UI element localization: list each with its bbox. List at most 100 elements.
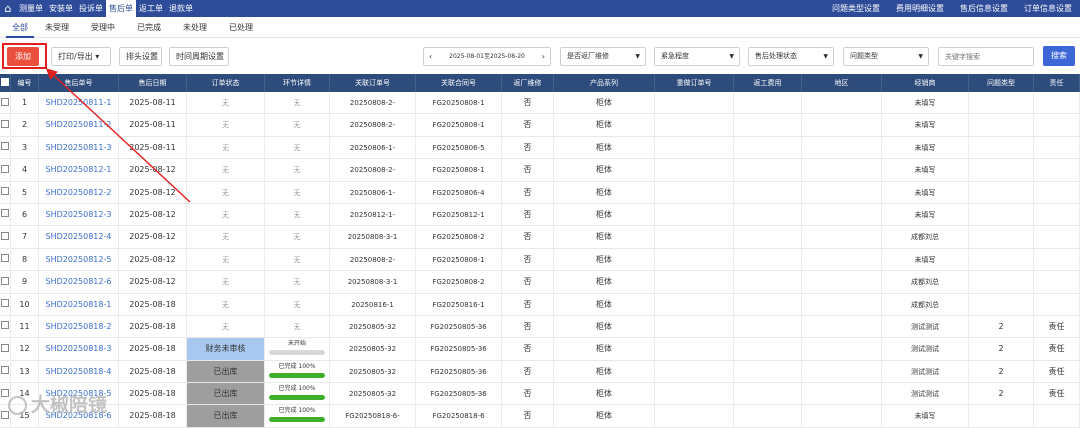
column-header[interactable]: 经销商 (882, 74, 969, 92)
return-repair-filter[interactable]: 是否返厂维修 ▼ (560, 47, 646, 66)
top-nav-item[interactable]: 售后单 (106, 0, 136, 17)
cell-code[interactable]: SHD20250818-1 (39, 293, 119, 315)
cell-order: 20250805-32 (330, 360, 416, 383)
row-checkbox[interactable] (0, 248, 11, 271)
time-period-setting-button[interactable]: 时间周期设置 (169, 47, 229, 66)
after-sale-status-filter[interactable]: 售后处理状态 ▼ (748, 47, 834, 66)
table-row[interactable]: 8 SHD20250812-5 2025-08-12 无无 20250808-2- FG2… (0, 248, 1080, 272)
table-row[interactable]: 5 SHD20250812-2 2025-08-12 无无 20250806-1- FG2… (0, 181, 1080, 204)
urgency-filter[interactable]: 紧急程度 ▼ (654, 47, 740, 66)
cell-date: 2025-08-12 (119, 271, 187, 293)
add-button[interactable]: 添加 (7, 47, 39, 66)
top-nav-item[interactable]: 投诉单 (76, 0, 106, 17)
cell-code[interactable]: SHD20250812-4 (39, 226, 119, 248)
row-checkbox[interactable] (0, 136, 11, 159)
column-header[interactable]: 返工费用 (734, 74, 802, 92)
top-nav-setting-link[interactable]: 问题类型设置 (824, 0, 888, 17)
table-row[interactable]: 2 SHD20250811-2 2025-08-11 无无 20250808-2- FG2… (0, 114, 1080, 137)
row-checkbox[interactable] (0, 315, 11, 338)
progress-fill (269, 417, 325, 423)
cell-code[interactable]: SHD20250811-3 (39, 136, 119, 159)
column-header[interactable]: 售后日期 (119, 74, 187, 92)
table-row[interactable]: 13 SHD20250818-4 2025-08-18 已出库 已完成 100% 2025… (0, 360, 1080, 384)
status-tab[interactable]: 受理中 (80, 17, 126, 38)
table-row[interactable]: 12 SHD20250818-3 2025-08-18 财务未审核 未开始 2025080… (0, 338, 1080, 361)
row-checkbox[interactable] (0, 226, 11, 248)
status-tab[interactable]: 已完成 (126, 17, 172, 38)
cell-code[interactable]: SHD20250812-1 (39, 159, 119, 181)
cell-code[interactable]: SHD20250812-6 (39, 271, 119, 293)
top-nav-setting-link[interactable]: 费用明细设置 (888, 0, 952, 17)
table-row[interactable]: 14 SHD20250818-5 2025-08-18 已出库 已完成 100% 2025… (0, 383, 1080, 406)
column-header[interactable]: 问题类型 (969, 74, 1034, 92)
top-nav-item[interactable]: 测量单 (16, 0, 46, 17)
cell-status: 无 (187, 92, 265, 114)
cell-code[interactable]: SHD20250818-2 (39, 315, 119, 338)
top-nav-item[interactable]: 退款单 (166, 0, 196, 17)
table-row[interactable]: 3 SHD20250811-3 2025-08-11 无无 20250806-1- FG2… (0, 136, 1080, 160)
status-tab[interactable]: 未受理 (34, 17, 80, 38)
search-input[interactable] (938, 47, 1034, 66)
column-header[interactable]: 关联订单号 (330, 74, 416, 92)
caret-down-icon: ▼ (729, 53, 734, 60)
column-header[interactable]: 关联合同号 (416, 74, 502, 92)
chevron-right-icon[interactable]: › (542, 48, 545, 65)
row-checkbox[interactable] (0, 383, 11, 405)
column-header[interactable]: 环节详情 (265, 74, 330, 92)
home-icon[interactable]: ⌂ (0, 0, 16, 17)
column-header[interactable]: 重做订单号 (655, 74, 734, 92)
top-nav-item[interactable]: 安装单 (46, 0, 76, 17)
column-header[interactable]: 地区 (802, 74, 882, 92)
status-tab[interactable]: 已处理 (218, 17, 264, 38)
cell-code[interactable]: SHD20250812-5 (39, 248, 119, 271)
row-checkbox[interactable] (0, 271, 11, 293)
column-header[interactable]: 编号 (11, 74, 39, 92)
row-checkbox[interactable] (0, 203, 11, 226)
table-row[interactable]: 4 SHD20250812-1 2025-08-12 无无 20250808-2- FG2… (0, 159, 1080, 182)
status-tab[interactable]: 全部 (6, 17, 34, 38)
row-checkbox[interactable] (0, 159, 11, 181)
table-row[interactable]: 9 SHD20250812-6 2025-08-12 无无 20250808-3-1 FG… (0, 271, 1080, 294)
column-header[interactable]: 责任 (1034, 74, 1080, 92)
cell-code[interactable]: SHD20250818-3 (39, 338, 119, 360)
column-setting-button[interactable]: 排头设置 (119, 47, 162, 66)
status-tab[interactable]: 未处理 (172, 17, 218, 38)
issue-type-filter[interactable]: 问题类型 ▼ (843, 47, 929, 66)
top-nav-setting-link[interactable]: 售后信息设置 (952, 0, 1016, 17)
table-row[interactable]: 1 SHD20250811-1 2025-08-11 无无 20250808-2- FG2… (0, 92, 1080, 115)
cell-code[interactable]: SHD20250818-4 (39, 360, 119, 383)
top-nav-setting-link[interactable]: 订单信息设置 (1016, 0, 1080, 17)
cell-code[interactable]: SHD20250811-1 (39, 92, 119, 114)
column-header[interactable]: 返厂维修 (502, 74, 554, 92)
chevron-left-icon[interactable]: ‹ (429, 48, 432, 65)
column-header[interactable]: 订单状态 (187, 74, 265, 92)
table-row[interactable]: 15 SHD20250818-6 2025-08-18 已出库 已完成 100% FG20… (0, 405, 1080, 428)
cell-code[interactable]: SHD20250818-6 (39, 405, 119, 427)
select-all-checkbox[interactable] (0, 74, 11, 92)
row-checkbox[interactable] (0, 360, 11, 383)
cell-status: 无 (187, 226, 265, 248)
cell-code[interactable]: SHD20250812-3 (39, 203, 119, 226)
column-header[interactable]: 售后单号 (39, 74, 119, 92)
top-nav-items: 测量单 安装单 投诉单 售后单 返工单 退款单 (16, 0, 196, 17)
row-checkbox[interactable] (0, 181, 11, 203)
row-checkbox[interactable] (0, 114, 11, 136)
row-checkbox[interactable] (0, 92, 11, 114)
top-nav-item[interactable]: 返工单 (136, 0, 166, 17)
table-row[interactable]: 11 SHD20250818-2 2025-08-18 无无 20250805-32 FG… (0, 315, 1080, 339)
table-row[interactable]: 7 SHD20250812-4 2025-08-12 无无 20250808-3-1 FG… (0, 226, 1080, 249)
cell-code[interactable]: SHD20250812-2 (39, 181, 119, 203)
search-button[interactable]: 搜索 (1043, 46, 1075, 66)
table-row[interactable]: 6 SHD20250812-3 2025-08-12 无无 20250812-1- FG2… (0, 203, 1080, 227)
print-export-dropdown[interactable]: 打印/导出 ▾ (51, 47, 111, 66)
row-checkbox[interactable] (0, 405, 11, 427)
cell-code[interactable]: SHD20250818-5 (39, 383, 119, 405)
row-checkbox[interactable] (0, 293, 11, 315)
row-checkbox[interactable] (0, 338, 11, 360)
table-row[interactable]: 10 SHD20250818-1 2025-08-18 无无 20250816-1 FG2… (0, 293, 1080, 316)
cell-order: 20250812-1- (330, 203, 416, 226)
cell-date: 2025-08-18 (119, 293, 187, 315)
date-range-picker[interactable]: ‹ 2025-08-01至2025-08-20 › (423, 47, 551, 66)
cell-code[interactable]: SHD20250811-2 (39, 114, 119, 136)
column-header[interactable]: 产品系列 (554, 74, 655, 92)
